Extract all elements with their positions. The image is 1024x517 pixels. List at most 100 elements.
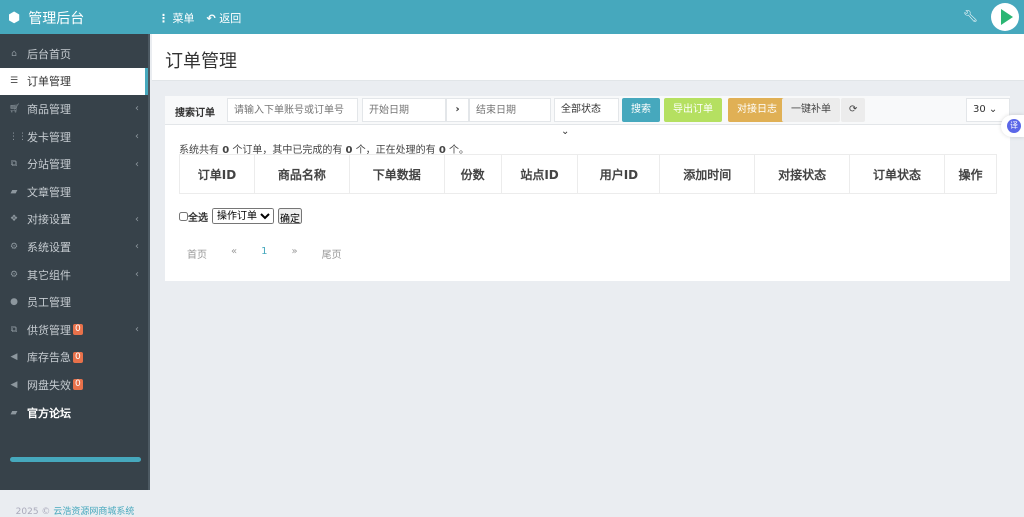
- footer-copyright: 2025 © 云浩资源网商城系统: [0, 504, 150, 517]
- prev-page[interactable]: «: [231, 246, 237, 261]
- sidebar-item[interactable]: ⚙ 系统设置 ‹: [0, 233, 148, 261]
- list-icon: ☰: [9, 76, 19, 87]
- chevron-left-icon: ‹: [135, 213, 139, 225]
- menu-button[interactable]: ⋮ 菜单: [158, 10, 195, 26]
- sidebar-scrollbar[interactable]: [10, 457, 141, 462]
- menu-label: 菜单: [172, 12, 195, 25]
- copyright-year: 2025 ©: [15, 507, 51, 517]
- back-label: 返回: [219, 12, 242, 25]
- count-badge: 0: [73, 324, 83, 336]
- select-all[interactable]: 全选: [179, 209, 208, 224]
- last-page[interactable]: 尾页: [322, 246, 342, 261]
- column-header: 下单数据: [348, 154, 445, 194]
- top-header: ⬢ 管理后台 ⋮ 菜单 ↶ 返回 🔧︎: [0, 0, 1024, 34]
- sidebar-item-label: 员工管理: [27, 296, 71, 310]
- book-icon: ▰: [10, 407, 18, 418]
- status-value: 全部状态: [561, 104, 601, 115]
- sidebar-item[interactable]: ☰ 订单管理: [0, 67, 148, 96]
- sidebar-item[interactable]: ▰ 文章管理: [0, 178, 148, 206]
- sidebar: ⌂ 后台首页 ☰ 订单管理 🛒︎ 商品管理 ‹ ⋮⋮ 发卡管理 ‹ ⧉ 分站管理 ‹ ▰ 文章管理 ❖ 对接设置…: [0, 34, 150, 517]
- column-header: 对接状态: [754, 154, 851, 194]
- page-size-value: 30: [973, 104, 986, 115]
- app-title: 管理后台: [28, 11, 85, 27]
- sidebar-item[interactable]: ❖ 对接设置 ‹: [0, 206, 148, 234]
- play-icon: [1000, 9, 1013, 25]
- sidebar-item[interactable]: ◀ 库存告急 0: [0, 344, 148, 372]
- user-icon: ●: [10, 297, 18, 308]
- sidebar-item[interactable]: ◀ 网盘失效 0: [0, 371, 148, 399]
- sidebar-item[interactable]: 🛒︎ 商品管理 ‹: [0, 95, 148, 123]
- start-date-input[interactable]: [362, 98, 446, 122]
- refresh-icon[interactable]: ⟳: [841, 98, 866, 122]
- count-badge: 0: [73, 351, 83, 363]
- column-header: 站点ID: [500, 154, 579, 194]
- home-icon: ⌂: [11, 48, 17, 59]
- sidebar-item-label: 官方论坛: [27, 406, 71, 420]
- ellipsis-icon: ⋮: [158, 12, 169, 25]
- sidebar-item-label: 系统设置: [27, 240, 71, 254]
- chevron-left-icon: ‹: [135, 131, 139, 143]
- sidebar-item-label: 后台首页: [27, 47, 71, 61]
- sidebar-item[interactable]: ⌂ 后台首页: [0, 40, 148, 68]
- undo-icon: ↶: [206, 12, 216, 25]
- pagination: 首页 « 1 » 尾页: [187, 246, 366, 261]
- cogs-icon: ⚙: [9, 269, 19, 280]
- sidebar-item[interactable]: ● 员工管理: [0, 288, 148, 316]
- search-button[interactable]: 搜索: [622, 98, 660, 122]
- refill-button[interactable]: 一键补单: [782, 98, 840, 122]
- footer-link[interactable]: 云浩资源网商城系统: [53, 507, 134, 517]
- sidebar-item-label: 订单管理: [27, 75, 71, 89]
- column-header: 用户ID: [577, 154, 661, 194]
- orders-panel: 搜索订单 › 全部状态 ⌄ 搜索 导出订单 对接日志 一键补单 ⟳ 30 ⌄ 系…: [165, 96, 1010, 281]
- sidebar-item-label: 文章管理: [27, 185, 71, 199]
- bullhorn-icon: ◀: [10, 352, 18, 363]
- column-header: 操作: [944, 154, 997, 194]
- log-button[interactable]: 对接日志: [728, 98, 786, 122]
- first-page[interactable]: 首页: [187, 246, 207, 261]
- sidebar-item[interactable]: ⚙ 其它组件 ‹: [0, 261, 148, 289]
- end-date-input[interactable]: [469, 98, 551, 122]
- page-header: 订单管理: [152, 34, 1024, 81]
- brand[interactable]: ⬢ 管理后台: [8, 8, 84, 28]
- search-toolbar: 搜索订单 › 全部状态 ⌄ 搜索 导出订单 对接日志 一键补单 ⟳ 30 ⌄: [165, 96, 1010, 137]
- translate-button[interactable]: 译: [1001, 115, 1024, 137]
- sidebar-item-label: 供货管理: [27, 323, 71, 337]
- column-header: 份数: [443, 154, 502, 194]
- chevron-left-icon: ‹: [135, 158, 139, 170]
- sitemap-icon: ⧉: [10, 324, 18, 335]
- status-select[interactable]: 全部状态 ⌄: [554, 98, 619, 137]
- next-page[interactable]: »: [292, 246, 298, 261]
- sidebar-item[interactable]: ⋮⋮ 发卡管理 ‹: [0, 123, 148, 151]
- sidebar-item[interactable]: ⧉ 供货管理 0 ‹: [0, 316, 148, 344]
- search-input[interactable]: [227, 98, 358, 122]
- cubes-icon: ❖: [9, 214, 19, 225]
- cart-icon: 🛒︎: [9, 103, 21, 114]
- count-badge: 0: [73, 379, 83, 391]
- column-header: 商品名称: [253, 154, 350, 194]
- sidebar-item[interactable]: ⧉ 分站管理 ‹: [0, 150, 148, 178]
- page-title: 订单管理: [165, 51, 237, 72]
- sitemap-icon: ⧉: [10, 159, 18, 170]
- chevron-left-icon: ‹: [135, 241, 139, 253]
- search-label: 搜索订单: [175, 108, 215, 119]
- page-1[interactable]: 1: [261, 246, 267, 261]
- confirm-button[interactable]: 确定: [278, 208, 302, 225]
- orders-table: 订单ID 商品名称 下单数据 份数 站点ID 用户ID 添加时间 对接状态 订单状态 操作: [179, 154, 997, 194]
- export-button[interactable]: 导出订单: [664, 98, 722, 122]
- column-header: 添加时间: [659, 154, 756, 194]
- sidebar-item-label: 发卡管理: [27, 130, 71, 144]
- book-icon: ▰: [10, 186, 18, 197]
- sidebar-item-label: 网盘失效: [27, 378, 71, 392]
- column-header: 订单ID: [179, 154, 255, 194]
- avatar[interactable]: [991, 3, 1019, 31]
- back-button[interactable]: ↶ 返回: [207, 10, 242, 26]
- bullhorn-icon: ◀: [10, 379, 18, 390]
- translate-icon: 译: [1007, 119, 1021, 133]
- select-all-checkbox[interactable]: [179, 211, 188, 221]
- sidebar-item-label: 分站管理: [27, 158, 71, 172]
- grid-icon: ⋮⋮: [9, 131, 27, 142]
- action-select[interactable]: 操作订单: [212, 208, 274, 224]
- sidebar-item[interactable]: ▰ 官方论坛: [0, 399, 148, 427]
- cube-icon: ⬢: [8, 10, 21, 26]
- wrench-icon[interactable]: 🔧︎: [963, 9, 978, 23]
